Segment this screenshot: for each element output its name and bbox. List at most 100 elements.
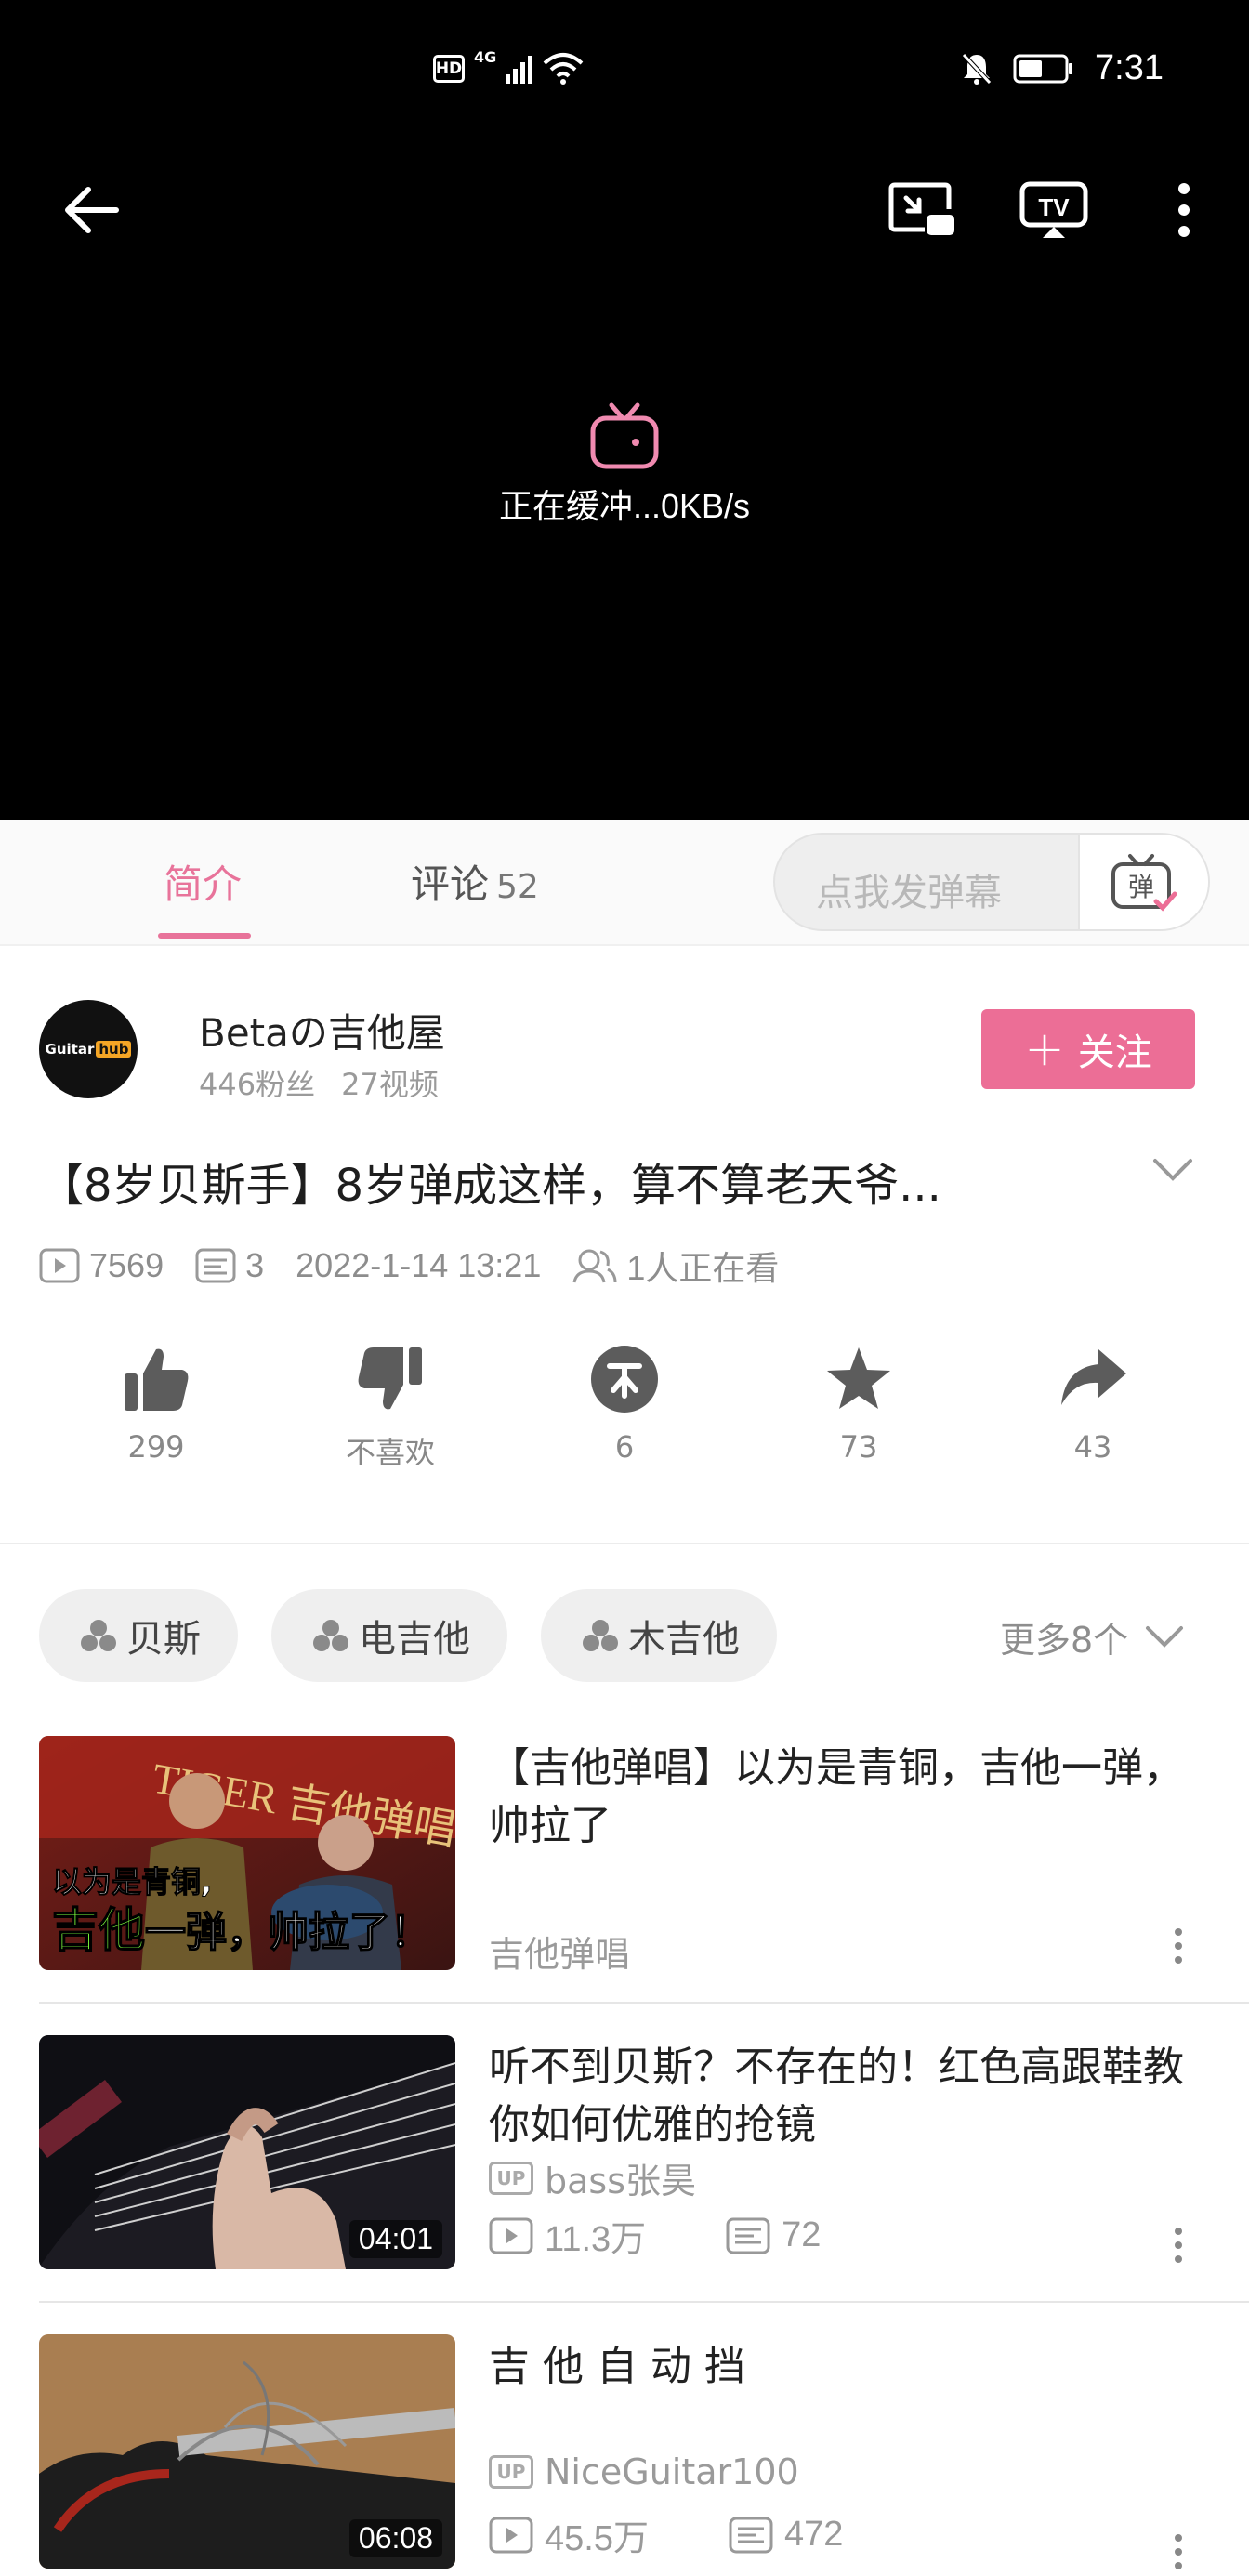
danmaku-meta: 3 xyxy=(195,1246,264,1285)
section-divider xyxy=(0,1543,1249,1544)
video-thumbnail[interactable]: 04:01 xyxy=(39,2035,455,2269)
more-tags-button[interactable]: 更多8个 xyxy=(1000,1611,1184,1663)
related-video-item[interactable]: 06:08 吉 他 自 动 挡 UP NiceGuitar100 45.5万 4… xyxy=(0,2334,1249,2576)
tab-intro[interactable]: 简介 xyxy=(164,853,242,910)
bell-muted-icon xyxy=(962,52,992,85)
related-danmaku: 72 xyxy=(726,2215,821,2255)
publish-date: 2022-1-14 13:21 xyxy=(296,1246,542,1284)
related-views-count: 45.5万 xyxy=(545,2519,649,2558)
tag-chip[interactable]: 木吉他 xyxy=(541,1589,777,1682)
signal-icon xyxy=(506,56,533,84)
danmaku-input[interactable]: 点我发弹幕 xyxy=(816,862,1002,916)
back-arrow-icon[interactable] xyxy=(54,173,128,247)
status-bar: HD 4G 7:31 xyxy=(0,48,1249,97)
battery-icon xyxy=(1013,54,1073,83)
more-vertical-icon[interactable] xyxy=(1173,2533,1195,2574)
uploader-name[interactable]: Betaの吉他屋 xyxy=(199,1002,445,1058)
video-player[interactable]: HD 4G 7:31 TV 正在缓冲...0KB/s xyxy=(0,0,1249,820)
network-label: 4G xyxy=(474,48,497,66)
share-count: 43 xyxy=(1073,1429,1112,1465)
thumbs-up-icon xyxy=(125,1348,189,1411)
tag-cluster-icon xyxy=(81,1620,116,1651)
thumb-caption-1: 以为是青铜, xyxy=(52,1864,212,1899)
play-count-icon xyxy=(489,2217,533,2254)
favorite-button[interactable]: 73 xyxy=(775,1344,942,1465)
related-title: 听不到贝斯？不存在的！红色高跟鞋教你如何优雅的抢镜 xyxy=(489,2044,1184,2149)
thumb-caption-green: 吉他 xyxy=(52,1903,145,1957)
dislike-label: 不喜欢 xyxy=(345,1435,435,1470)
like-button[interactable]: 299 xyxy=(72,1344,240,1465)
status-time: 7:31 xyxy=(1095,48,1164,87)
related-category: 吉他弹唱 xyxy=(489,1934,631,1975)
danmaku-count-icon xyxy=(726,2217,770,2254)
uploader-stats: 446粉丝 27视频 xyxy=(199,1061,439,1104)
play-count-icon xyxy=(39,1248,80,1283)
wifi-icon xyxy=(543,53,584,85)
up-badge-icon: UP xyxy=(489,2161,533,2195)
watching-users-icon xyxy=(572,1249,617,1283)
danmaku-icon: 弹 xyxy=(1111,854,1177,912)
video-title: 【8岁贝斯手】8岁弹成这样，算不算老天爷... xyxy=(39,1160,941,1212)
video-thumbnail[interactable]: 06:08 xyxy=(39,2334,455,2569)
follow-label: 关注 xyxy=(1077,1032,1152,1074)
tv-cast-icon[interactable]: TV xyxy=(1017,173,1091,247)
thumb-caption-2: 一弹，帅拉了！ xyxy=(145,1909,431,1956)
coin-count: 6 xyxy=(614,1429,635,1465)
danmaku-toggle-button[interactable]: 弹 xyxy=(1078,835,1208,929)
thumbs-down-icon xyxy=(358,1347,422,1410)
related-uploader: UP bass张昊 xyxy=(489,2152,696,2203)
related-views-count: 11.3万 xyxy=(545,2220,647,2259)
views-meta: 7569 xyxy=(39,1246,164,1285)
tag-label: 木吉他 xyxy=(628,1618,740,1661)
related-danmaku: 472 xyxy=(729,2515,843,2555)
buffering-text: 正在缓冲...0KB/s xyxy=(498,487,751,525)
more-vertical-icon[interactable] xyxy=(1147,173,1221,247)
coin-button[interactable]: 6 xyxy=(541,1344,708,1465)
tag-chip[interactable]: 电吉他 xyxy=(271,1589,507,1682)
plus-icon: + xyxy=(1024,1021,1065,1077)
tag-cluster-icon xyxy=(313,1620,348,1651)
related-uploader-name: NiceGuitar100 xyxy=(545,2451,799,2492)
chevron-down-icon xyxy=(1146,1625,1184,1648)
tag-chip[interactable]: 贝斯 xyxy=(39,1589,238,1682)
status-network-group: HD 4G xyxy=(433,48,584,85)
avatar-logo-text: Guitar xyxy=(45,1041,95,1058)
danmaku-count: 3 xyxy=(245,1246,265,1284)
tab-comments[interactable]: 评论 52 xyxy=(411,853,539,910)
up-badge-icon: UP xyxy=(489,2455,533,2489)
danmaku-input-box[interactable]: 点我发弹幕 弹 xyxy=(773,833,1210,931)
related-video-item[interactable]: 04:01 听不到贝斯？不存在的！红色高跟鞋教你如何优雅的抢镜 UP bass张… xyxy=(0,2035,1249,2297)
watching-count: 1人正在看 xyxy=(626,1249,780,1287)
share-button[interactable]: 43 xyxy=(1009,1344,1177,1465)
svg-text:TV: TV xyxy=(1038,193,1070,221)
like-count: 299 xyxy=(127,1429,185,1465)
related-title: 【吉他弹唱】以为是青铜，吉他一弹，帅拉了 xyxy=(489,1744,1184,1849)
uploader-videos: 27视频 xyxy=(341,1067,439,1102)
tag-label: 电吉他 xyxy=(359,1618,470,1661)
chevron-down-icon[interactable] xyxy=(1152,1158,1193,1186)
list-divider xyxy=(39,2301,1249,2303)
watching-meta: 1人正在看 xyxy=(572,1242,779,1290)
uploader-avatar[interactable]: Guitar hub xyxy=(39,1000,138,1098)
related-video-item[interactable]: TIGER 吉他弹唱 以为是青铜, 吉他一弹，帅拉了！ 【吉他弹唱】以为是青铜，… xyxy=(0,1736,1249,1998)
more-vertical-icon[interactable] xyxy=(1173,1927,1195,1968)
related-uploader-name: bass张昊 xyxy=(545,2161,697,2201)
video-meta: 7569 3 2022-1-14 13:21 1人正在看 xyxy=(39,1242,810,1290)
related-title: 吉 他 自 动 挡 xyxy=(489,2343,745,2390)
dislike-button[interactable]: 不喜欢 xyxy=(307,1344,474,1472)
tab-active-indicator xyxy=(158,933,251,939)
more-vertical-icon[interactable] xyxy=(1173,2227,1195,2267)
uploader-followers: 446粉丝 xyxy=(199,1067,316,1102)
related-views: 45.5万 xyxy=(489,2509,649,2560)
related-views: 11.3万 xyxy=(489,2210,646,2261)
buffering-indicator: 正在缓冲...0KB/s xyxy=(0,401,1249,528)
tv-logo-icon xyxy=(590,402,659,469)
list-divider xyxy=(39,2002,1249,2004)
picture-in-picture-icon[interactable] xyxy=(885,173,959,247)
avatar-logo: Guitar hub xyxy=(46,1041,132,1058)
share-icon xyxy=(1061,1349,1126,1405)
follow-button[interactable]: + 关注 xyxy=(981,1009,1195,1089)
tag-cluster-icon xyxy=(583,1620,618,1651)
video-thumbnail[interactable]: TIGER 吉他弹唱 以为是青铜, 吉他一弹，帅拉了！ xyxy=(39,1736,455,1970)
danmaku-count-icon xyxy=(729,2517,773,2553)
